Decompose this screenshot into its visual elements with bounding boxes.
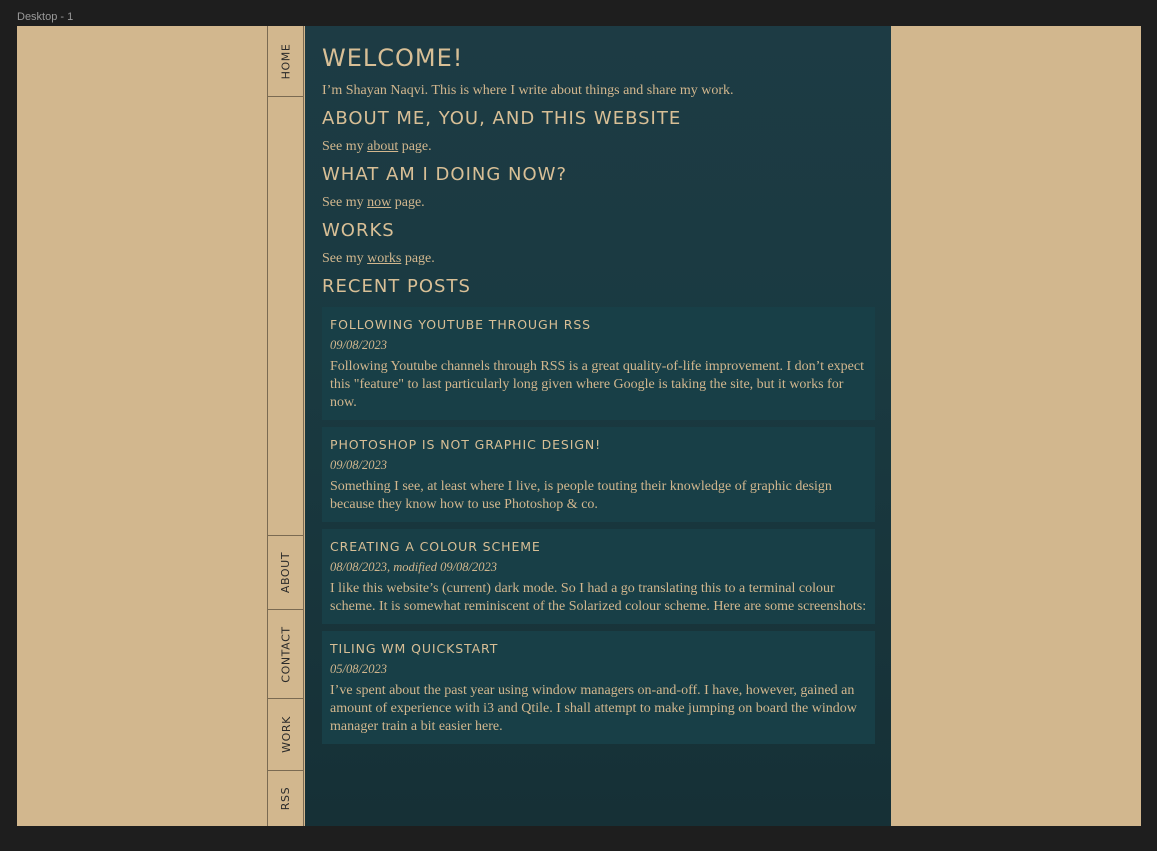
post-excerpt: I’ve spent about the past year using win…	[330, 683, 857, 734]
section-text-prefix: See my	[322, 139, 368, 154]
about-section: ABOUT ME, YOU, AND THIS WEBSITE See my a…	[322, 108, 875, 156]
section-title: ABOUT ME, YOU, AND THIS WEBSITE	[322, 108, 682, 129]
nav-item-about[interactable]: ABOUT	[268, 535, 304, 610]
post-date: 09/08/2023	[330, 338, 387, 352]
section-text-prefix: See my	[322, 195, 368, 210]
welcome-title: WELCOME!	[322, 44, 464, 72]
nav-item-contact[interactable]: CONTACT	[268, 610, 304, 699]
post-excerpt: Following Youtube channels through RSS i…	[330, 359, 864, 410]
post-excerpt: Something I see, at least where I live, …	[330, 479, 832, 512]
post-title[interactable]: PHOTOSHOP IS NOT GRAPHIC DESIGN!	[330, 437, 867, 452]
post-card[interactable]: PHOTOSHOP IS NOT GRAPHIC DESIGN! 09/08/2…	[322, 427, 875, 522]
post-excerpt: I like this website’s (current) dark mod…	[330, 581, 867, 614]
main-content: WELCOME! I’m Shayan Naqvi. This is where…	[305, 26, 891, 826]
about-link[interactable]: about	[367, 139, 398, 154]
posts-list: FOLLOWING YOUTUBE THROUGH RSS 09/08/2023…	[322, 307, 875, 744]
post-card[interactable]: CREATING A COLOUR SCHEME 08/08/2023, mod…	[322, 529, 875, 624]
frame-label: Desktop - 1	[17, 11, 74, 23]
nav-item-rss[interactable]: RSS	[268, 771, 304, 826]
nav-item-label: HOME	[279, 43, 293, 79]
works-section: WORKS See my works page.	[322, 220, 875, 268]
section-text-suffix: page.	[391, 195, 425, 210]
post-title[interactable]: TILING WM QUICKSTART	[330, 641, 867, 656]
page-frame: HOME ABOUT CONTACT WORK RSS WELCOME! I’m…	[17, 26, 1141, 826]
now-link[interactable]: now	[367, 195, 391, 210]
post-date: 08/08/2023, modified 09/08/2023	[330, 560, 498, 574]
post-date: 05/08/2023	[330, 662, 387, 676]
post-card[interactable]: TILING WM QUICKSTART 05/08/2023 I’ve spe…	[322, 631, 875, 744]
post-card[interactable]: FOLLOWING YOUTUBE THROUGH RSS 09/08/2023…	[322, 307, 875, 420]
now-section: WHAT AM I DOING NOW? See my now page.	[322, 164, 875, 212]
section-text-suffix: page.	[398, 139, 432, 154]
section-text: See my about page.	[322, 138, 875, 156]
section-text-prefix: See my	[322, 251, 368, 266]
nav-item-label: RSS	[279, 786, 293, 811]
post-title[interactable]: FOLLOWING YOUTUBE THROUGH RSS	[330, 317, 867, 332]
nav-item-label: CONTACT	[279, 625, 293, 683]
post-title[interactable]: CREATING A COLOUR SCHEME	[330, 539, 867, 554]
recent-posts-title: RECENT POSTS	[322, 276, 471, 297]
section-title: WHAT AM I DOING NOW?	[322, 164, 568, 185]
section-text: See my works page.	[322, 250, 875, 268]
nav-item-label: WORK	[279, 716, 293, 753]
post-date: 09/08/2023	[330, 458, 387, 472]
section-text-suffix: page.	[401, 251, 435, 266]
nav-item-home[interactable]: HOME	[268, 26, 304, 97]
works-link[interactable]: works	[367, 251, 401, 266]
welcome-text: I’m Shayan Naqvi. This is where I write …	[322, 83, 734, 98]
section-title: WORKS	[322, 220, 395, 241]
side-nav: HOME ABOUT CONTACT WORK RSS	[267, 26, 304, 826]
nav-item-work[interactable]: WORK	[268, 699, 304, 771]
section-text: See my now page.	[322, 194, 875, 212]
nav-item-label: ABOUT	[279, 551, 293, 594]
